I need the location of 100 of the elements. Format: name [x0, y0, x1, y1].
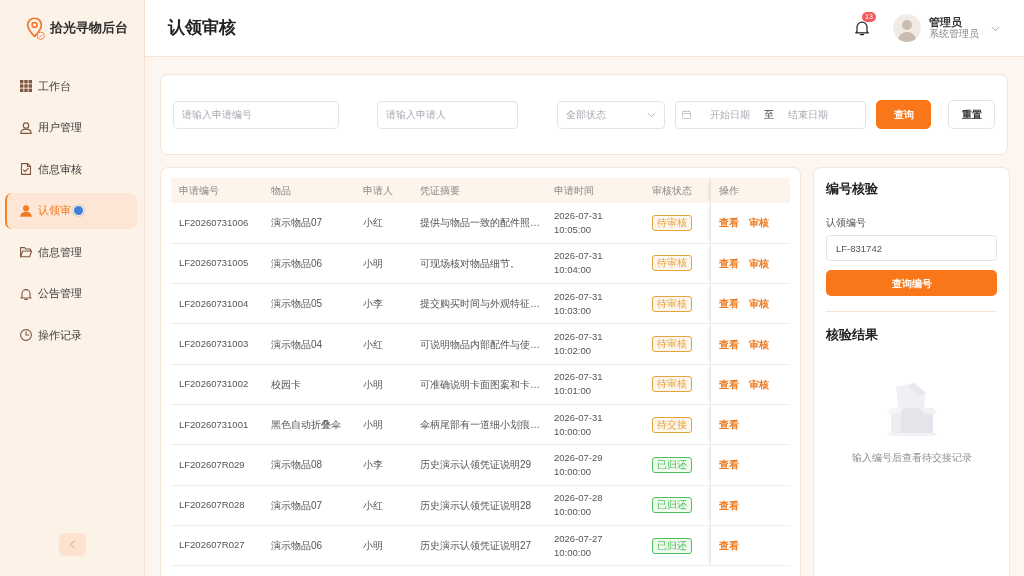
sidebar-item[interactable]: 用户管理 — [5, 109, 137, 146]
table-cell: LF20260731004 — [171, 283, 263, 324]
review-link[interactable]: 审核 — [748, 338, 769, 350]
table-cell: 2026-07-27 10:00:00 — [546, 525, 644, 566]
table-cell: LF20260731005 — [171, 243, 263, 284]
sidebar-item[interactable]: 公告管理 — [5, 275, 137, 312]
sidebar-item[interactable]: 操作记录 — [5, 317, 137, 353]
table-cell: LF20260731003 — [171, 323, 263, 365]
user-icon — [20, 204, 32, 217]
table-cell: LF20260731002 — [171, 364, 263, 405]
review-link[interactable]: 审核 — [748, 378, 769, 390]
view-link[interactable]: 查看 — [718, 499, 739, 511]
page-title: 认领审核 — [168, 17, 236, 39]
calendar-icon — [682, 110, 692, 119]
status-tag: 已归还 — [652, 497, 692, 514]
status-tag: 待审核 — [652, 376, 692, 393]
empty-state-text: 输入编号后查看待交接记录 — [850, 451, 973, 465]
user-name: 管理员 — [929, 16, 963, 28]
claim-number-field[interactable]: LF-831742 — [826, 235, 997, 261]
table-cell: 演示物品06 — [263, 243, 355, 284]
table-cell: 提供与物品一致的配件照… — [412, 203, 546, 244]
sidebar-item[interactable]: 认领审 — [5, 192, 137, 229]
chevron-down-icon — [647, 111, 657, 118]
table-cell: 2026-07-31 10:03:00 — [546, 283, 644, 324]
column-header: 申请时间 — [546, 178, 644, 203]
view-link[interactable]: 查看 — [718, 298, 739, 310]
view-link[interactable]: 查看 — [718, 419, 739, 431]
chevron-left-icon — [68, 540, 76, 549]
start-date-field[interactable]: 开始日期 — [699, 107, 762, 122]
query-number-button[interactable]: 查询编号 — [826, 270, 997, 296]
clock-icon — [20, 329, 32, 341]
column-header: 申请编号 — [171, 178, 263, 203]
status-tag: 已归还 — [652, 537, 692, 554]
table-cell: 2026-07-31 10:02:00 — [546, 323, 644, 365]
view-link[interactable]: 查看 — [718, 378, 739, 390]
view-link[interactable]: 查看 — [718, 540, 739, 551]
grid-icon — [20, 80, 32, 92]
status-tag: 待审核 — [652, 295, 692, 312]
status-tag: 待审核 — [652, 255, 692, 272]
table-cell: 小明 — [355, 364, 412, 405]
table-cell: 校园卡 — [263, 364, 355, 405]
column-header: 物品 — [263, 178, 355, 203]
status-select[interactable]: 全部状态 — [557, 100, 666, 129]
table-cell: 伞柄尾部有一道细小划痕… — [412, 404, 546, 445]
table-cell: 提交购买时间与外观特征… — [412, 283, 546, 324]
status-tag: 已归还 — [652, 456, 692, 473]
sidebar-item[interactable]: 信息审核 — [5, 151, 137, 187]
review-link[interactable]: 审核 — [748, 257, 769, 269]
end-date-field[interactable]: 结束日期 — [777, 107, 840, 122]
range-separator: 至 — [763, 108, 776, 122]
table-cell: 演示物品06 — [263, 525, 355, 566]
table-cell: 演示物品05 — [263, 283, 355, 324]
sidebar-item[interactable]: 信息管理 — [5, 234, 137, 270]
table-cell: 可说明物品内部配件与使… — [412, 323, 546, 365]
table-cell: LF202607R027 — [171, 525, 263, 566]
document-check-icon — [20, 163, 32, 175]
review-link[interactable]: 审核 — [748, 298, 769, 310]
table-cell: 小明 — [355, 243, 412, 284]
table-cell: 2026-07-28 10:00:00 — [546, 485, 644, 526]
table-cell: 小李 — [355, 283, 412, 324]
table-cell: 历史演示认领凭证说明27 — [412, 525, 546, 566]
table-cell: 可现场核对物品细节。 — [412, 243, 546, 284]
table-cell: 2026-07-31 10:05:00 — [546, 203, 644, 244]
table-cell: 2026-07-31 10:01:00 — [546, 364, 644, 405]
user-icon — [20, 121, 32, 134]
table-cell: LF20260731001 — [171, 404, 263, 445]
date-range-picker[interactable]: 开始日期 至 结束日期 — [675, 100, 867, 129]
search-button[interactable]: 查询 — [876, 100, 932, 129]
folder-icon — [20, 246, 32, 258]
table-cell: 小明 — [355, 404, 412, 445]
application-number-field[interactable]: 请输入申请编号 — [173, 100, 340, 129]
column-header: 操作 — [710, 178, 790, 203]
table-cell: 演示物品04 — [263, 323, 355, 365]
view-link[interactable]: 查看 — [718, 257, 739, 269]
table-cell: 小明 — [355, 525, 412, 566]
status-tag: 待审核 — [652, 214, 692, 231]
table-cell: LF20260731006 — [171, 203, 263, 244]
applicant-field[interactable]: 请输入申请人 — [377, 100, 519, 129]
app-title: 拾光寻物后台 — [50, 20, 128, 38]
view-link[interactable]: 查看 — [718, 217, 739, 229]
bell-icon — [20, 287, 32, 300]
view-link[interactable]: 查看 — [718, 459, 739, 471]
panel-title: 核验结果 — [826, 327, 879, 343]
table-cell: 可准确说明卡面图案和卡… — [412, 364, 546, 405]
table-cell: LF202607R028 — [171, 485, 263, 526]
table-cell: 2026-07-31 10:04:00 — [546, 243, 644, 284]
table-cell: 历史演示认领凭证说明28 — [412, 485, 546, 526]
pointer-dot-icon — [73, 205, 84, 216]
view-link[interactable]: 查看 — [718, 338, 739, 350]
table-cell: 2026-07-31 10:00:00 — [546, 404, 644, 445]
panel-title: 编号核验 — [826, 181, 879, 197]
sidebar-item[interactable]: 工作台 — [5, 68, 137, 104]
reset-button[interactable]: 重置 — [948, 100, 995, 129]
notification-button[interactable] — [854, 20, 870, 36]
status-tag: 待交接 — [652, 416, 692, 433]
table-cell: 演示物品07 — [263, 485, 355, 526]
table-cell: LF202607R029 — [171, 444, 263, 486]
table-cell: 小红 — [355, 323, 412, 365]
table-cell: 小李 — [355, 444, 412, 486]
review-link[interactable]: 审核 — [748, 217, 769, 229]
